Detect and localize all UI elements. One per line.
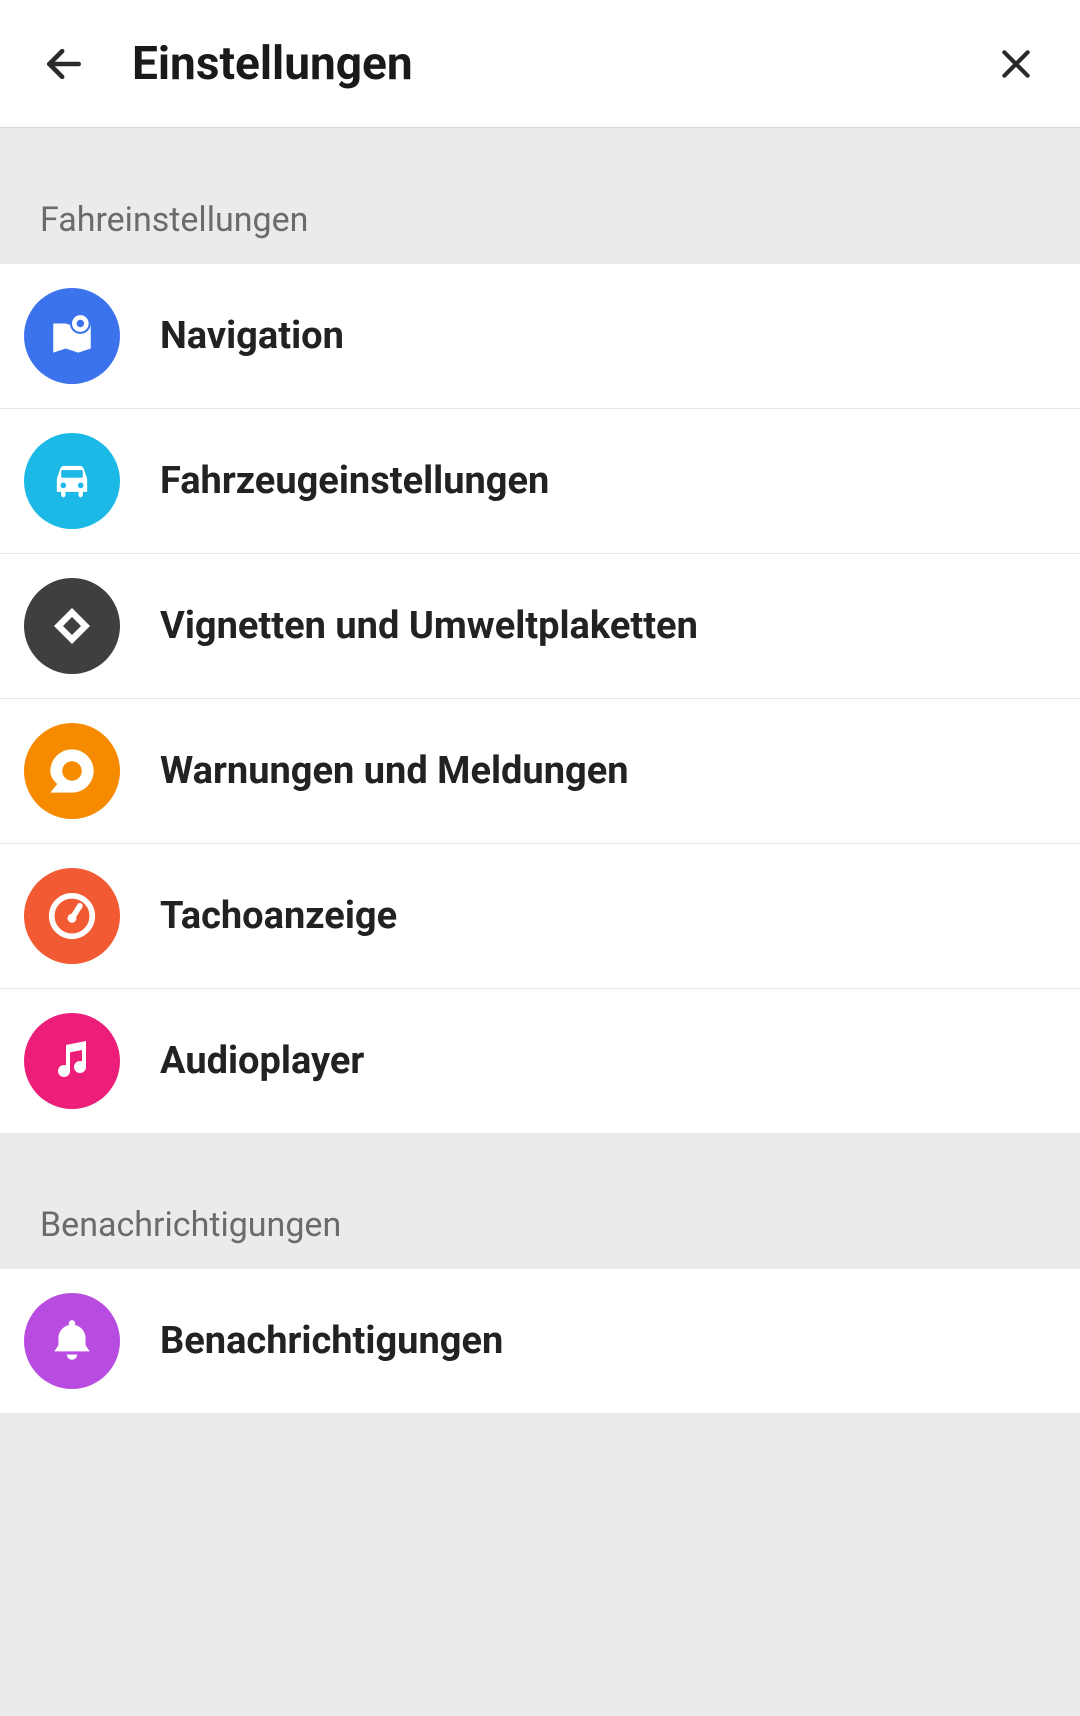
list-item-navigation[interactable]: Navigation — [0, 264, 1080, 409]
icon-circle — [24, 868, 120, 964]
list-item-vehicle-settings[interactable]: Fahrzeugeinstellungen — [0, 409, 1080, 554]
map-pin-icon — [47, 311, 97, 361]
item-label: Benachrichtigungen — [160, 1319, 503, 1363]
item-label: Audioplayer — [160, 1039, 364, 1083]
list-item-speedometer[interactable]: Tachoanzeige — [0, 844, 1080, 989]
item-label: Warnungen und Meldungen — [160, 749, 629, 793]
icon-circle — [24, 433, 120, 529]
diamond-icon — [48, 602, 96, 650]
icon-circle — [24, 723, 120, 819]
section-header-driving: Fahreinstellungen — [0, 128, 1080, 264]
list-item-vignettes[interactable]: Vignetten und Umweltplaketten — [0, 554, 1080, 699]
car-icon — [46, 455, 98, 507]
back-button[interactable] — [36, 36, 92, 92]
item-label: Navigation — [160, 314, 344, 358]
item-label: Fahrzeugeinstellungen — [160, 459, 549, 503]
page-title: Einstellungen — [132, 37, 413, 91]
bell-icon — [47, 1316, 97, 1366]
icon-circle — [24, 578, 120, 674]
item-label: Tachoanzeige — [160, 894, 397, 938]
list-item-warnings[interactable]: Warnungen und Meldungen — [0, 699, 1080, 844]
close-icon — [996, 44, 1036, 84]
header-bar: Einstellungen — [0, 0, 1080, 128]
list-driving: Navigation Fahrzeugeinstellungen Vignett… — [0, 264, 1080, 1133]
icon-circle — [24, 1013, 120, 1109]
alert-circle-icon — [46, 745, 98, 797]
arrow-left-icon — [42, 42, 86, 86]
music-icon — [48, 1037, 96, 1085]
section-header-notifications: Benachrichtigungen — [0, 1133, 1080, 1269]
list-item-audioplayer[interactable]: Audioplayer — [0, 989, 1080, 1133]
icon-circle — [24, 1293, 120, 1389]
list-notifications: Benachrichtigungen — [0, 1269, 1080, 1413]
item-label: Vignetten und Umweltplaketten — [160, 604, 698, 648]
speedometer-icon — [45, 889, 99, 943]
list-item-notifications[interactable]: Benachrichtigungen — [0, 1269, 1080, 1413]
icon-circle — [24, 288, 120, 384]
close-button[interactable] — [988, 36, 1044, 92]
